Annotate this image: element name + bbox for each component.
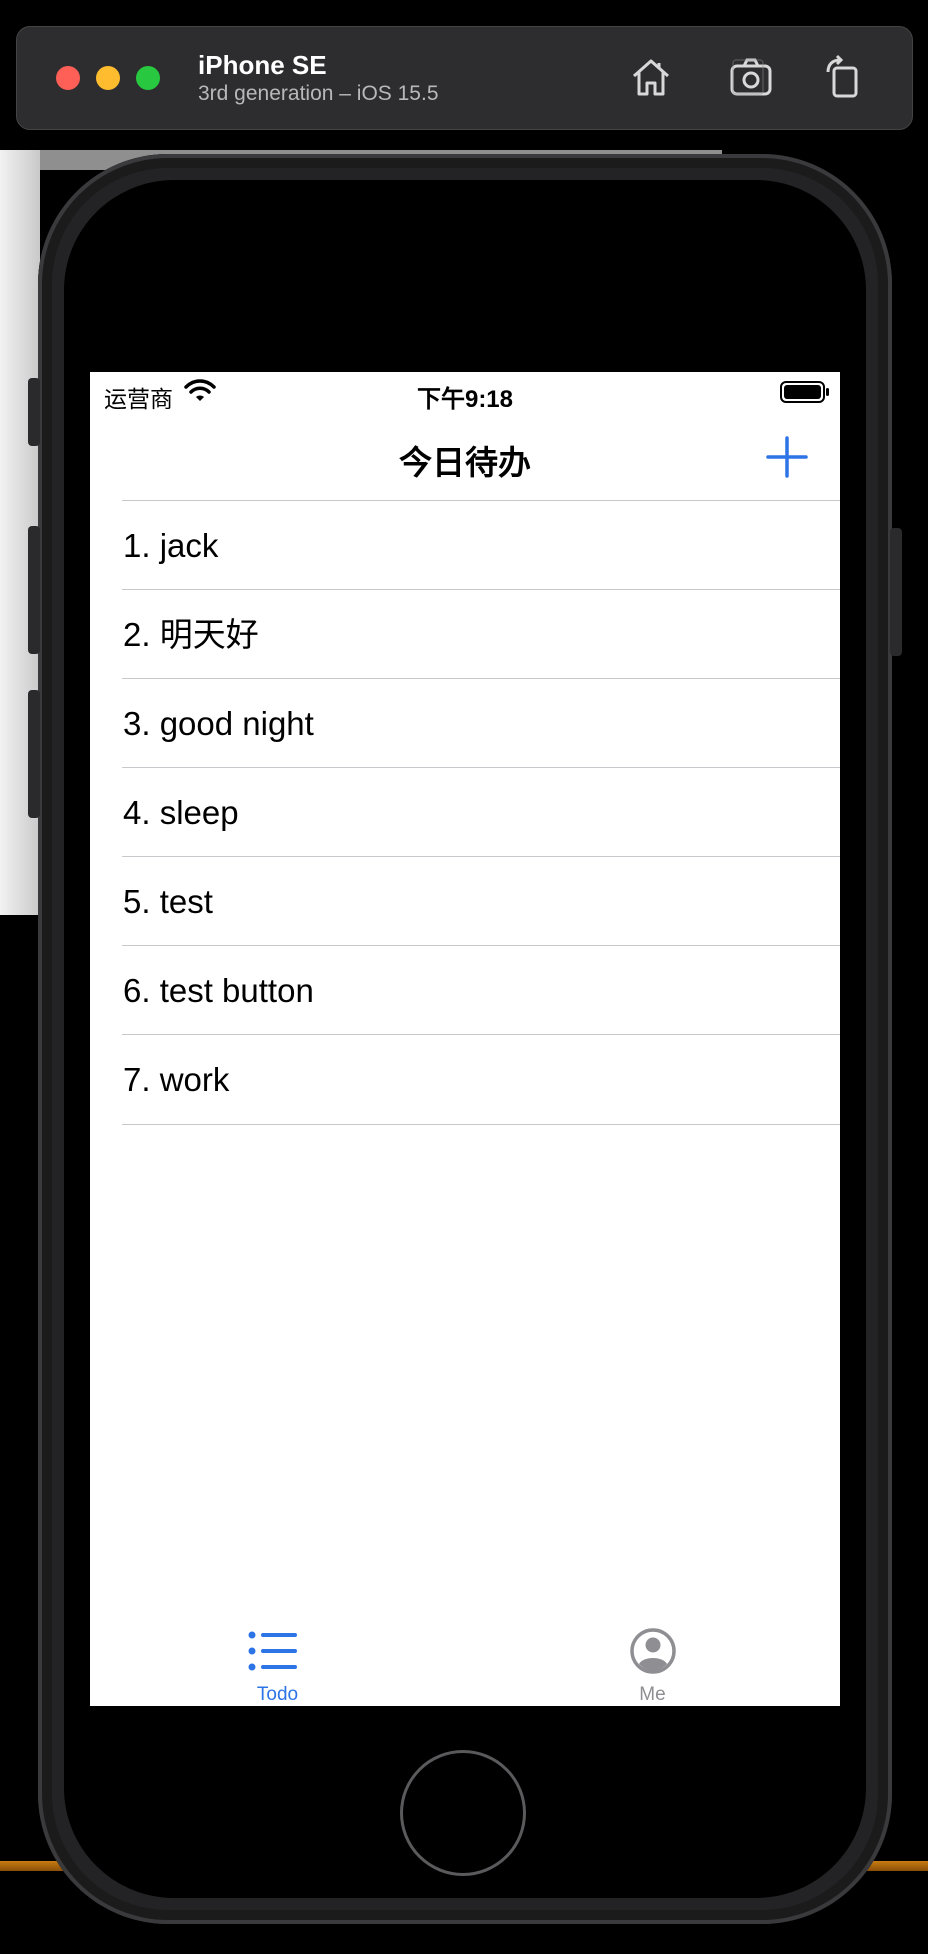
tab-me[interactable]: Me	[465, 1602, 840, 1706]
navigation-bar: 今日待办	[90, 412, 840, 500]
screenshot-button[interactable]	[728, 54, 774, 100]
person-circle-icon	[630, 1628, 676, 1674]
status-time: 下午9:18	[416, 386, 514, 413]
device-home-button[interactable]	[400, 1750, 526, 1876]
todo-label: 6. test button	[123, 972, 314, 1009]
tab-todo[interactable]: Todo	[90, 1602, 465, 1706]
plus-icon	[766, 436, 808, 478]
volume-up-button	[28, 526, 40, 654]
mute-switch	[28, 378, 40, 446]
status-bar: 运营商 下午9:18	[90, 372, 840, 413]
simulator-device-detail: 3rd generation – iOS 15.5	[198, 82, 439, 105]
screenshot-icon	[730, 58, 772, 96]
todo-label: 4. sleep	[123, 794, 239, 831]
tab-label: Me	[639, 1684, 666, 1705]
tab-label: Todo	[256, 1684, 299, 1705]
list-item[interactable]: 6. test button	[122, 945, 840, 1034]
list-icon	[248, 1631, 297, 1671]
home-button-sim[interactable]	[628, 54, 674, 100]
todo-label: 5. test	[123, 883, 213, 920]
list-item[interactable]: 1. jack	[122, 500, 840, 589]
rotate-button[interactable]	[820, 54, 866, 100]
home-icon	[633, 59, 669, 96]
list-item[interactable]: 5. test	[122, 856, 840, 945]
volume-down-button	[28, 690, 40, 818]
todo-label: 3. good night	[123, 705, 314, 742]
list-item[interactable]: 4. sleep	[122, 767, 840, 856]
todo-label: 7. work	[123, 1061, 230, 1098]
simulator-device-name: iPhone SE	[198, 50, 327, 80]
rotate-icon	[826, 54, 858, 98]
minimize-window-button[interactable]	[96, 66, 120, 90]
tab-bar: Todo Me	[90, 1602, 840, 1706]
zoom-window-button[interactable]	[136, 66, 160, 90]
close-window-button[interactable]	[56, 66, 80, 90]
power-button	[890, 528, 902, 656]
list-item[interactable]: 2. 明天好	[122, 589, 840, 678]
app-screen: 运营商 下午9:18 今日待办 1. jack 2. 明天好 3. good n…	[90, 372, 840, 1706]
todo-list: 1. jack 2. 明天好 3. good night 4. sleep 5.…	[90, 500, 840, 1125]
page-title: 今日待办	[399, 444, 531, 481]
battery-icon	[780, 381, 829, 403]
list-item[interactable]: 7. work	[122, 1034, 840, 1125]
todo-label: 2. 明天好	[123, 616, 259, 653]
list-item[interactable]: 3. good night	[122, 678, 840, 767]
add-todo-button[interactable]	[764, 434, 810, 480]
todo-label: 1. jack	[123, 527, 219, 564]
